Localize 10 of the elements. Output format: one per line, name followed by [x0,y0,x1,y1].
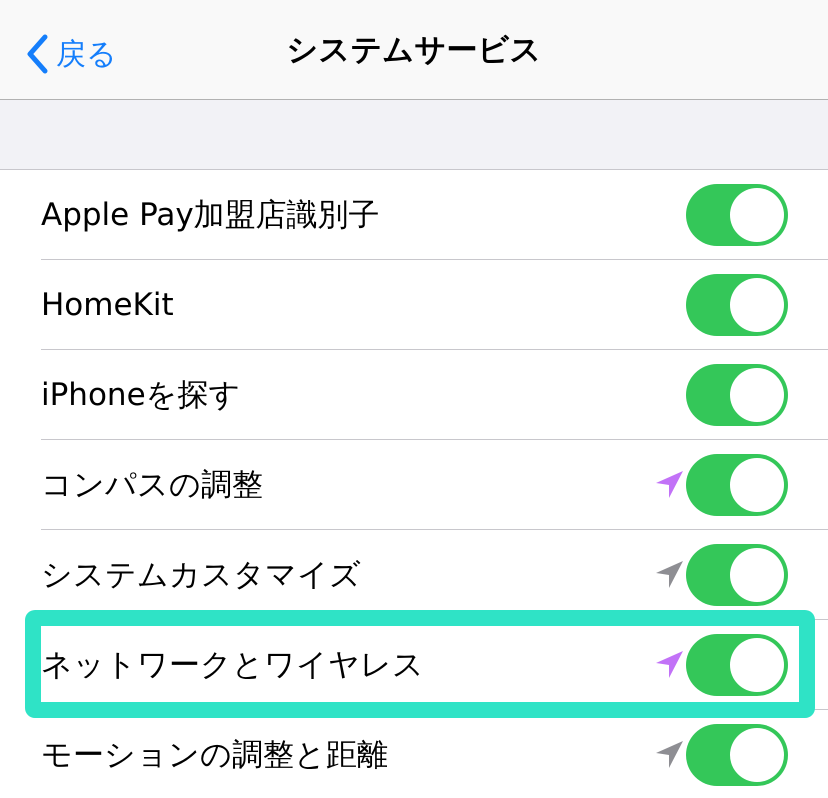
setting-label: システムカスタマイズ [41,556,362,594]
back-button[interactable]: 戻る [22,30,121,78]
setting-label: ネットワークとワイヤレス [41,646,425,684]
nav-title: システムサービス [286,30,542,70]
setting-label: モーションの調整と距離 [41,736,389,774]
chevron-left-icon [26,34,48,74]
setting-label: HomeKit [41,286,175,322]
setting-label: Apple Pay加盟店識別子 [41,196,381,234]
setting-label: iPhoneを探す [41,376,242,414]
setting-label: コンパスの調整 [41,466,264,504]
